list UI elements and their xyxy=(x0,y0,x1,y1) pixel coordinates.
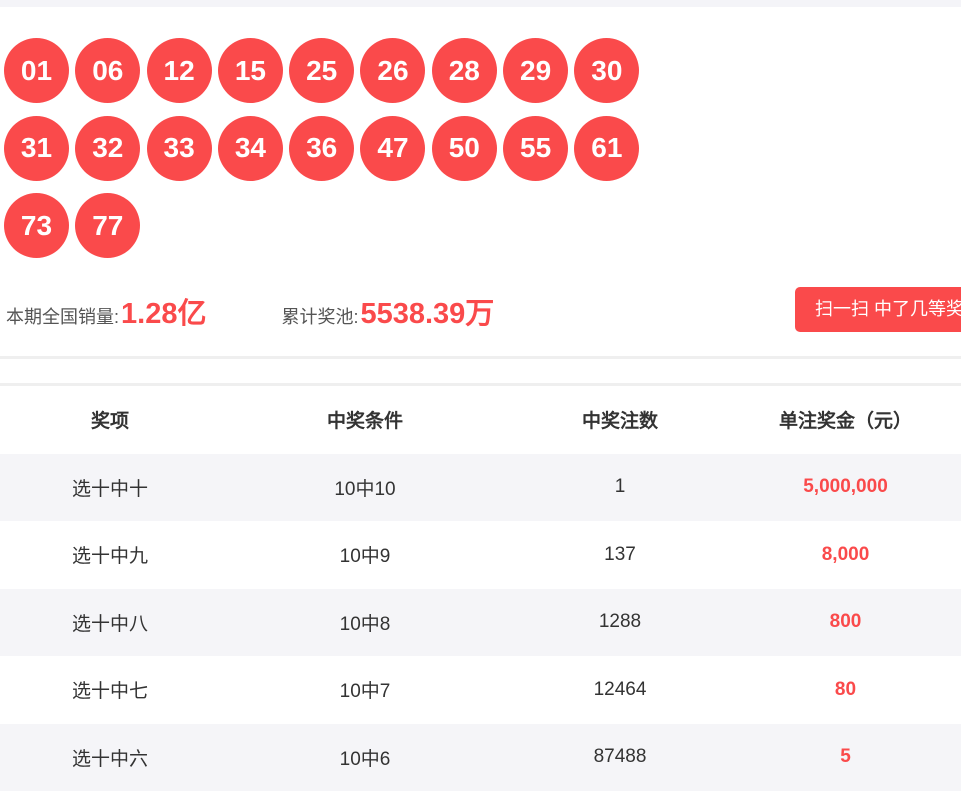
header-prize: 奖项 xyxy=(0,386,220,454)
cell-prize: 选十中七 xyxy=(0,656,220,724)
number-ball: 50 xyxy=(432,116,497,181)
cell-condition: 10中8 xyxy=(220,589,510,657)
top-bar xyxy=(0,0,961,7)
number-ball: 01 xyxy=(4,38,69,103)
cell-prize: 选十中十 xyxy=(0,454,220,522)
winning-numbers: 010612152526282930 313233343647505561 7377 xyxy=(4,38,664,271)
number-ball: 61 xyxy=(574,116,639,181)
cell-count: 137 xyxy=(510,521,730,589)
number-ball: 47 xyxy=(360,116,425,181)
stats-row: 本期全国销量: 1.28亿 累计奖池: 5538.39万 xyxy=(6,290,494,332)
cell-amount: 5,000,000 xyxy=(730,454,961,522)
number-ball: 12 xyxy=(147,38,212,103)
cell-amount: 800 xyxy=(730,589,961,657)
number-ball: 26 xyxy=(360,38,425,103)
number-ball: 31 xyxy=(4,116,69,181)
number-ball: 55 xyxy=(503,116,568,181)
cell-amount: 8,000 xyxy=(730,521,961,589)
number-ball: 28 xyxy=(432,38,497,103)
table-row: 选十中七10中71246480 xyxy=(0,656,961,724)
number-ball: 77 xyxy=(75,193,140,258)
cell-count: 1288 xyxy=(510,589,730,657)
cell-prize: 选十中九 xyxy=(0,521,220,589)
number-ball: 33 xyxy=(147,116,212,181)
cell-prize: 选十中八 xyxy=(0,589,220,657)
scan-prize-button[interactable]: 扫一扫 中了几等奖 xyxy=(795,287,961,332)
number-ball: 25 xyxy=(289,38,354,103)
cell-condition: 10中9 xyxy=(220,521,510,589)
header-condition: 中奖条件 xyxy=(220,386,510,454)
divider xyxy=(0,356,961,359)
cell-amount: 5 xyxy=(730,724,961,791)
pool-value: 5538.39万 xyxy=(360,290,494,332)
sales-value: 1.28亿 xyxy=(121,290,206,332)
number-ball: 06 xyxy=(75,38,140,103)
cell-amount: 80 xyxy=(730,656,961,724)
header-amount: 单注奖金（元） xyxy=(730,386,961,454)
prize-table: 奖项 中奖条件 中奖注数 单注奖金（元） 选十中十10中1015,000,000… xyxy=(0,386,961,791)
cell-condition: 10中7 xyxy=(220,656,510,724)
number-ball: 30 xyxy=(574,38,639,103)
cell-condition: 10中6 xyxy=(220,724,510,791)
sales-label: 本期全国销量: xyxy=(6,303,119,329)
pool-label: 累计奖池: xyxy=(281,303,358,329)
number-ball: 15 xyxy=(218,38,283,103)
table-row: 选十中八10中81288800 xyxy=(0,589,961,657)
table-row: 选十中十10中1015,000,000 xyxy=(0,454,961,522)
cell-count: 12464 xyxy=(510,656,730,724)
cell-count: 1 xyxy=(510,454,730,522)
table-row: 选十中六10中6874885 xyxy=(0,724,961,791)
table-row: 选十中九10中91378,000 xyxy=(0,521,961,589)
number-ball: 73 xyxy=(4,193,69,258)
number-ball: 29 xyxy=(503,38,568,103)
header-count: 中奖注数 xyxy=(510,386,730,454)
number-ball: 32 xyxy=(75,116,140,181)
table-header: 奖项 中奖条件 中奖注数 单注奖金（元） xyxy=(0,386,961,454)
cell-count: 87488 xyxy=(510,724,730,791)
number-ball: 34 xyxy=(218,116,283,181)
cell-prize: 选十中六 xyxy=(0,724,220,791)
number-ball: 36 xyxy=(289,116,354,181)
cell-condition: 10中10 xyxy=(220,454,510,522)
